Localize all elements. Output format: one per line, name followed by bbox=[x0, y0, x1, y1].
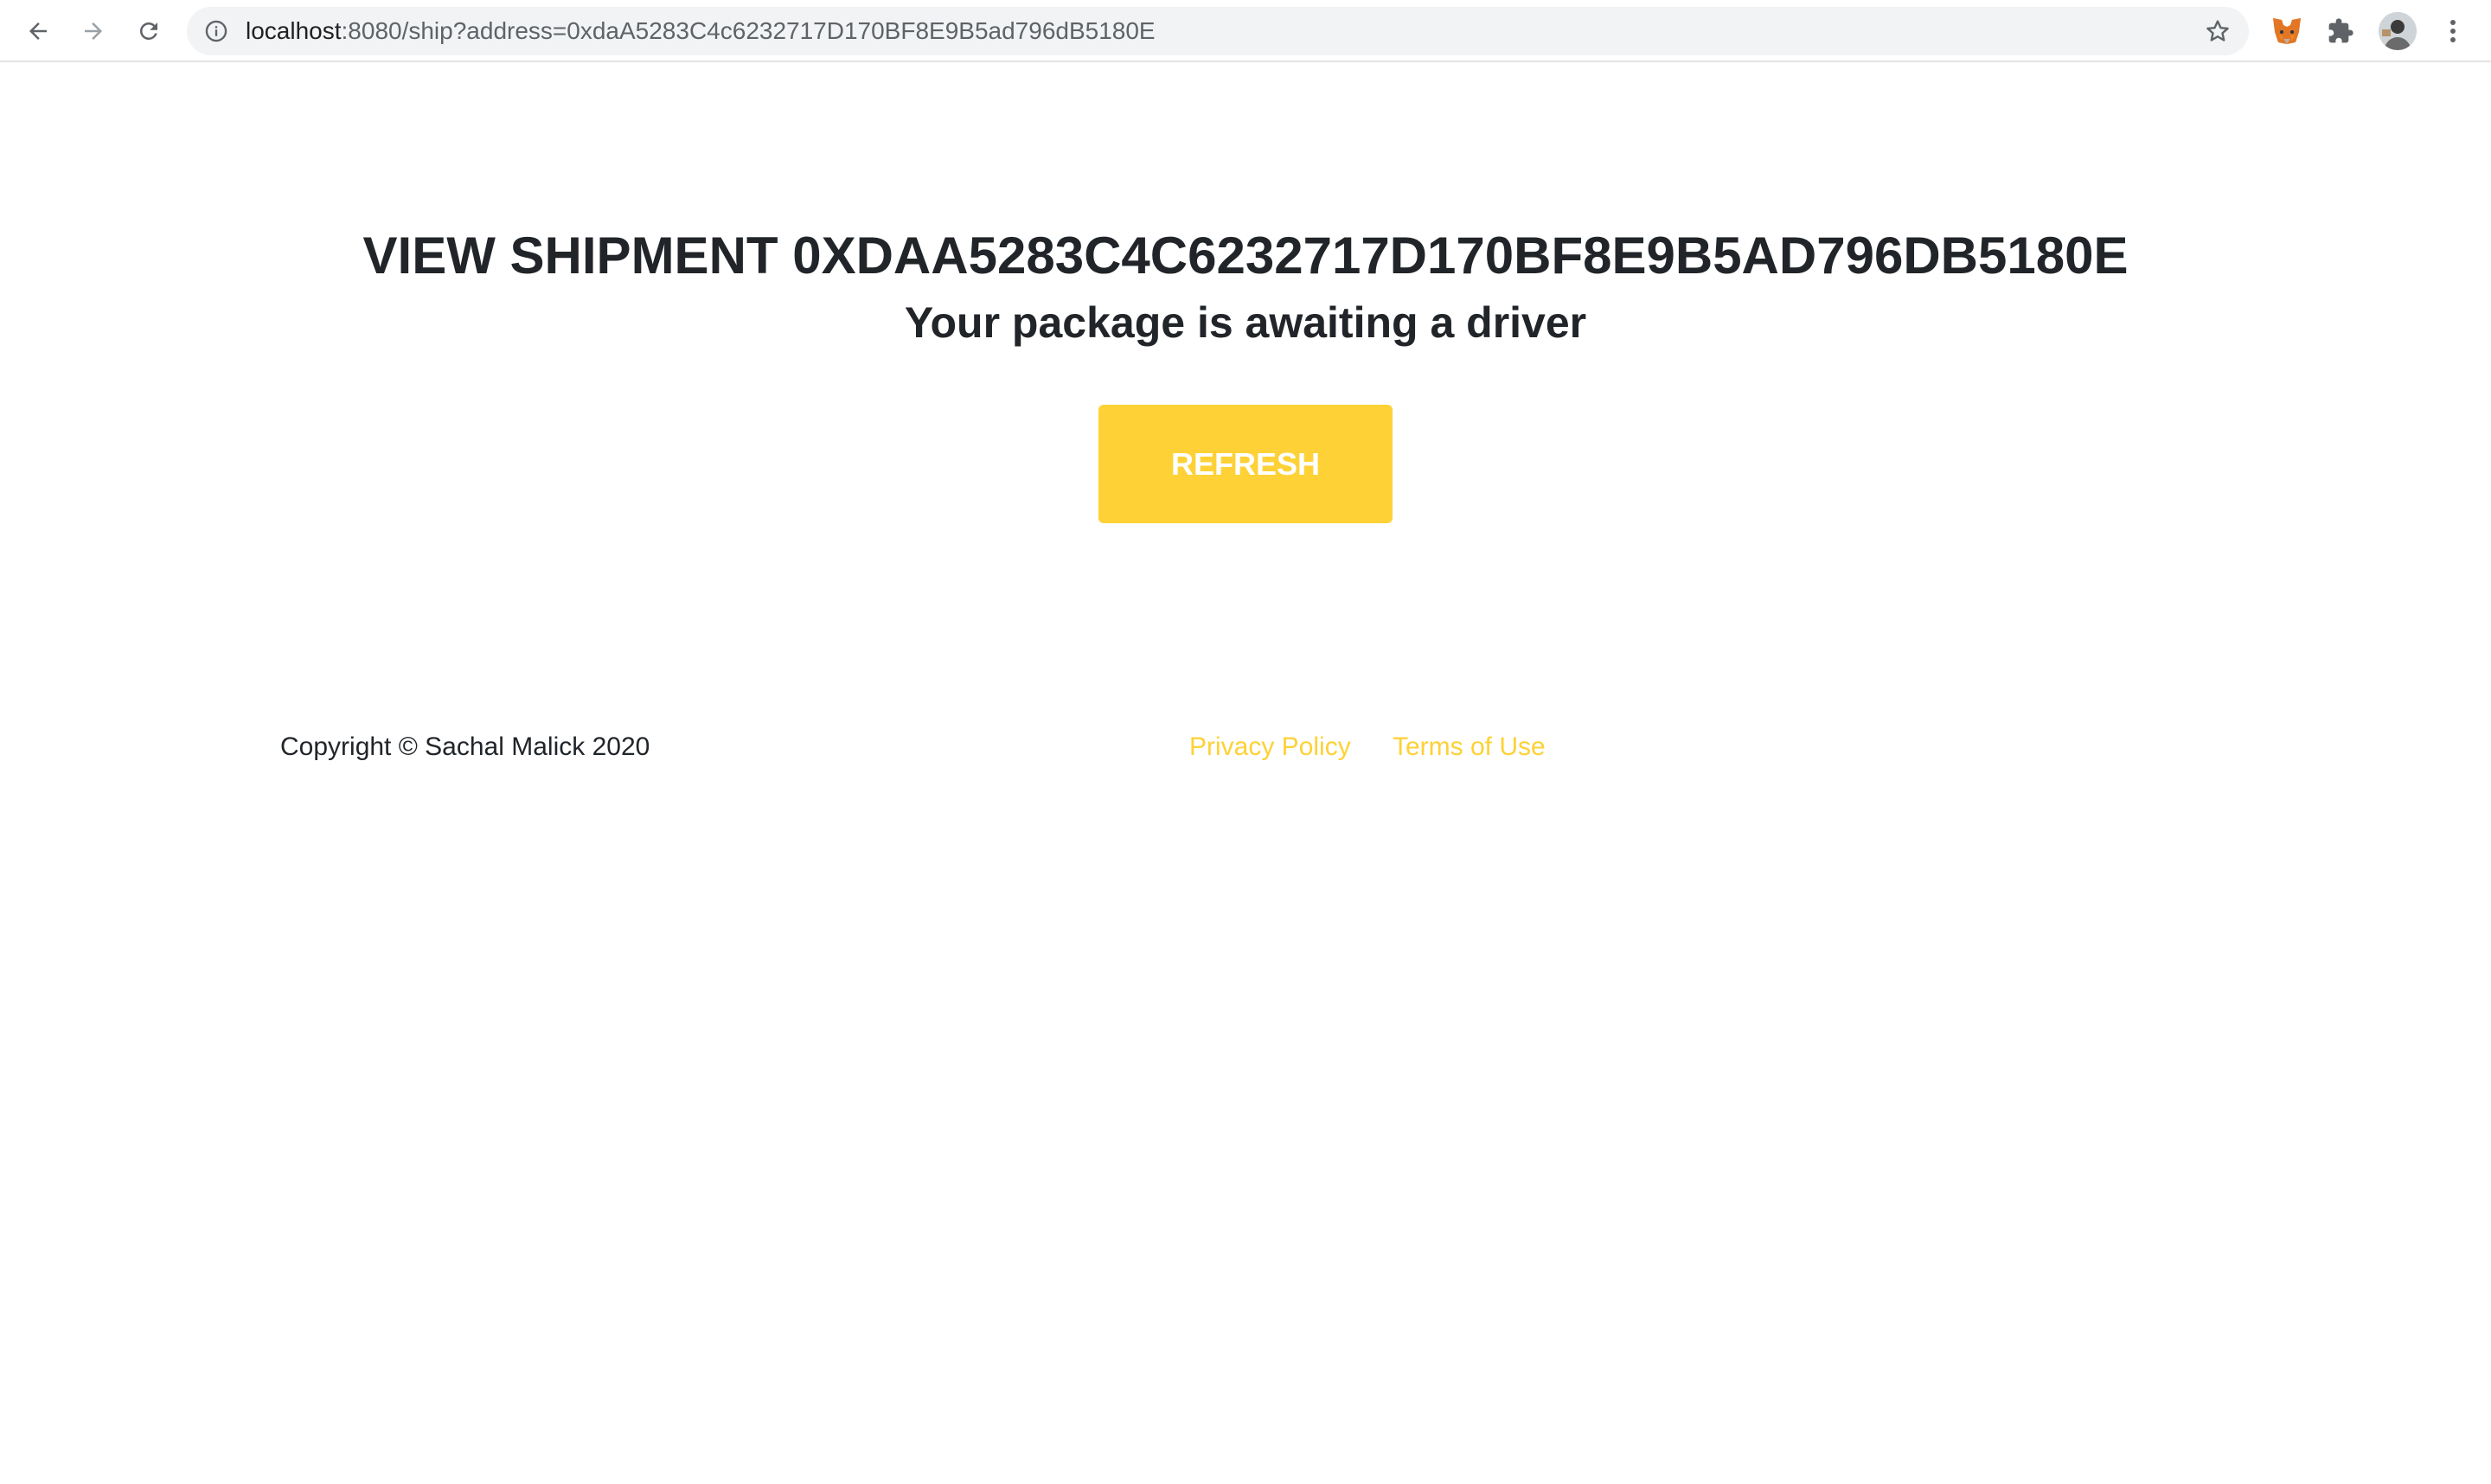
arrow-right-icon bbox=[85, 22, 102, 40]
refresh-button[interactable]: REFRESH bbox=[1098, 405, 1393, 523]
copyright-text: Copyright © Sachal Malick 2020 bbox=[280, 732, 650, 761]
kebab-menu-icon bbox=[2450, 20, 2456, 42]
address-bar[interactable]: localhost:8080/ship?address=0xdaA5283C4c… bbox=[187, 7, 2249, 55]
extensions-button[interactable] bbox=[2323, 14, 2358, 48]
page-title: VIEW SHIPMENT 0XDAA5283C4C6232717D170BF8… bbox=[362, 227, 2129, 285]
url-path: :8080/ship?address=0xdaA5283C4c6232717D1… bbox=[341, 17, 1156, 44]
info-icon[interactable] bbox=[204, 19, 228, 43]
profile-photo bbox=[2379, 12, 2417, 50]
reload-icon bbox=[139, 22, 157, 40]
arrow-left-icon bbox=[29, 22, 47, 40]
shipment-status: Your package is awaiting a driver bbox=[904, 298, 1587, 347]
url-text[interactable]: localhost:8080/ship?address=0xdaA5283C4c… bbox=[246, 7, 1156, 55]
metamask-extension-button[interactable] bbox=[2270, 14, 2304, 48]
privacy-policy-link[interactable]: Privacy Policy bbox=[1189, 728, 1351, 766]
avatar[interactable] bbox=[2379, 12, 2417, 50]
forward-button[interactable] bbox=[76, 14, 111, 48]
star-icon[interactable] bbox=[2204, 17, 2232, 45]
terms-of-use-link[interactable]: Terms of Use bbox=[1393, 728, 1546, 766]
browser-toolbar: localhost:8080/ship?address=0xdaA5283C4c… bbox=[0, 0, 2491, 62]
reload-button[interactable] bbox=[131, 14, 166, 48]
url-host: localhost bbox=[246, 17, 342, 44]
browser-menu-button[interactable] bbox=[2436, 14, 2470, 48]
puzzle-icon bbox=[2328, 18, 2353, 43]
back-button[interactable] bbox=[21, 14, 55, 48]
metamask-fox-icon bbox=[2273, 18, 2301, 44]
